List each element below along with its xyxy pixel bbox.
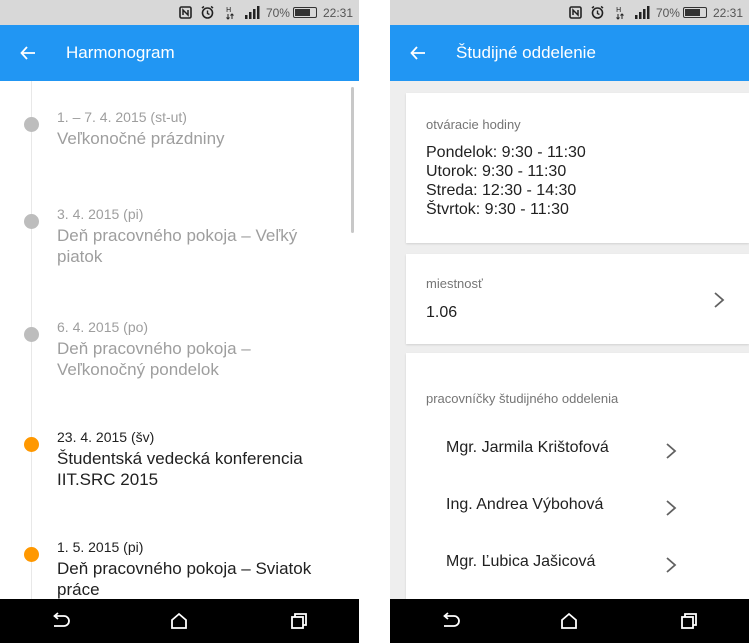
- page-title: Harmonogram: [66, 43, 175, 62]
- back-nav-button[interactable]: [40, 601, 80, 641]
- status-bar: H 70% 22:31: [0, 0, 359, 25]
- app-bar: Harmonogram: [0, 25, 359, 81]
- study-office-screen: H 70% 22:31 Študijné oddelenie otváracie…: [390, 0, 749, 643]
- signal-icon: [244, 5, 260, 21]
- harmonogram-screen: H 70% 22:31 Harmonogram 1. – 7. 4. 2015 …: [0, 0, 359, 643]
- recents-nav-button[interactable]: [279, 601, 319, 641]
- back-button[interactable]: [0, 25, 56, 81]
- scrollbar[interactable]: [351, 87, 354, 233]
- past-dot: [24, 327, 39, 342]
- home-icon: [561, 612, 578, 629]
- upcoming-dot: [24, 437, 39, 452]
- past-dot: [24, 214, 39, 229]
- back-nav-button[interactable]: [430, 601, 470, 641]
- hours-row: Streda: 12:30 - 14:30: [426, 182, 577, 199]
- arrow-back-icon: [20, 46, 35, 60]
- event-title: Deň pracovného pokoja – Sviatok práce: [57, 559, 312, 599]
- chevron-right-icon: [666, 443, 677, 459]
- signal-icon: [634, 5, 650, 21]
- timeline-list[interactable]: 1. – 7. 4. 2015 (st-ut) Veľkonočné prázd…: [0, 81, 359, 599]
- hours-row: Pondelok: 9:30 - 11:30: [426, 144, 586, 161]
- recents-nav-button[interactable]: [669, 601, 709, 641]
- staff-item[interactable]: Mgr. Ľubica Jašicová: [406, 535, 749, 591]
- battery-icon: [682, 7, 707, 18]
- system-nav-bar: [0, 599, 359, 643]
- nfc-icon: [568, 5, 584, 21]
- battery-percent: 70%: [655, 5, 680, 20]
- home-icon: [171, 612, 188, 629]
- hours-row: Štvrtok: 9:30 - 11:30: [426, 201, 569, 218]
- chevron-right-icon: [666, 557, 677, 573]
- staff-card: pracovníčky študijného oddelenia Mgr. Ja…: [406, 353, 749, 599]
- battery-percent: 70%: [265, 5, 290, 20]
- past-dot: [24, 117, 39, 132]
- chevron-right-icon: [714, 292, 725, 308]
- data-transfer-icon: H: [612, 5, 628, 21]
- event-title: Deň pracovného pokoja – Veľký piatok: [57, 226, 298, 266]
- battery-icon: [292, 7, 317, 18]
- chevron-right-icon: [666, 500, 677, 516]
- app-bar: Študijné oddelenie: [390, 25, 749, 81]
- event-title: Veľkonočné prázdniny: [57, 129, 225, 148]
- opening-hours-list: Pondelok: 9:30 - 11:30 Utorok: 9:30 - 11…: [426, 143, 586, 219]
- room-value: 1.06: [426, 304, 458, 321]
- back-nav-icon: [52, 612, 70, 627]
- clock: 22:31: [712, 5, 743, 20]
- staff-item[interactable]: Mgr. Jarmila Krištofová: [406, 421, 749, 477]
- opening-hours-card: otváracie hodiny Pondelok: 9:30 - 11:30 …: [406, 93, 749, 243]
- opening-hours-label: otváracie hodiny: [426, 117, 521, 132]
- hours-row: Utorok: 9:30 - 11:30: [426, 163, 567, 180]
- event-date: 1. – 7. 4. 2015 (st-ut): [57, 109, 187, 125]
- page-title: Študijné oddelenie: [456, 43, 596, 62]
- staff-name: Ing. Andrea Výbohová: [446, 496, 604, 513]
- alarm-icon: [590, 5, 606, 21]
- recents-icon: [291, 613, 308, 629]
- room-label: miestnosť: [426, 276, 483, 291]
- room-card[interactable]: miestnosť 1.06: [406, 254, 749, 344]
- home-nav-button[interactable]: [159, 601, 199, 641]
- system-nav-bar: [390, 599, 749, 643]
- nfc-icon: [178, 5, 194, 21]
- upcoming-dot: [24, 547, 39, 562]
- event-title: Študentská vedecká konferencia IIT.SRC 2…: [57, 449, 303, 489]
- recents-icon: [681, 613, 698, 629]
- office-details: otváracie hodiny Pondelok: 9:30 - 11:30 …: [390, 81, 749, 599]
- alarm-icon: [200, 5, 216, 21]
- staff-name: Mgr. Ľubica Jašicová: [446, 553, 596, 570]
- event-date: 1. 5. 2015 (pi): [57, 539, 144, 555]
- event-date: 3. 4. 2015 (pi): [57, 206, 144, 222]
- staff-name: Mgr. Jarmila Krištofová: [446, 439, 609, 456]
- event-date: 6. 4. 2015 (po): [57, 319, 149, 335]
- status-bar: H 70% 22:31: [390, 0, 749, 25]
- data-transfer-icon: H: [222, 5, 238, 21]
- staff-item[interactable]: Ing. Andrea Výbohová: [406, 478, 749, 534]
- svg-text:H: H: [616, 6, 621, 14]
- arrow-back-icon: [410, 46, 425, 60]
- clock: 22:31: [322, 5, 353, 20]
- back-nav-icon: [442, 612, 460, 627]
- staff-label: pracovníčky študijného oddelenia: [426, 391, 619, 406]
- back-button[interactable]: [390, 25, 446, 81]
- home-nav-button[interactable]: [549, 601, 589, 641]
- svg-text:H: H: [226, 6, 231, 14]
- event-title: Deň pracovného pokoja – Veľkonočný ponde…: [57, 339, 251, 379]
- event-date: 23. 4. 2015 (šv): [57, 429, 155, 445]
